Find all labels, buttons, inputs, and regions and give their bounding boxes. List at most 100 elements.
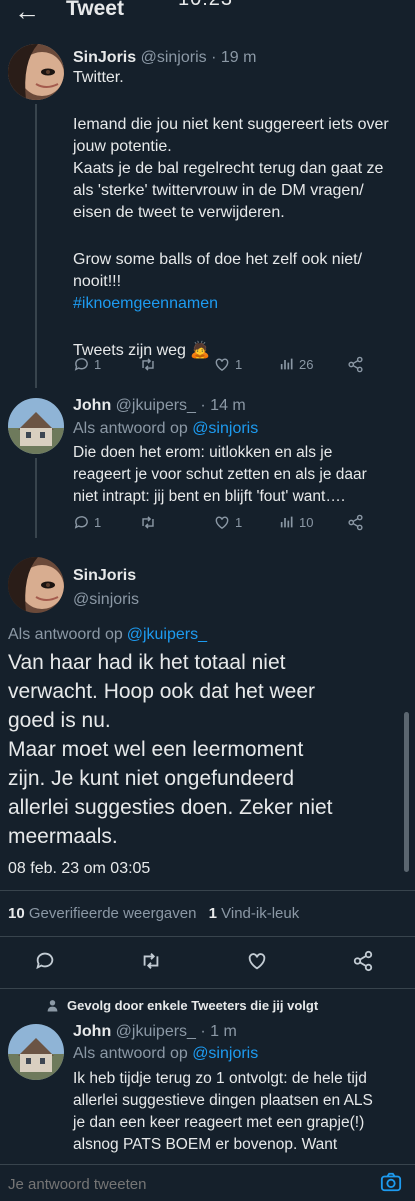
reply-to-link[interactable]: @sinjoris xyxy=(192,1045,258,1062)
avatar[interactable] xyxy=(8,44,64,100)
tweet-header: SinJoris @sinjoris · 19 m xyxy=(73,47,256,69)
tweet-time: · 14 m xyxy=(200,397,246,414)
tweet-line: Twitter. xyxy=(73,69,124,86)
reply-to-link[interactable]: @sinjoris xyxy=(192,420,258,437)
tweet-line: niet intrapt: jij bent en blijft 'fout' … xyxy=(73,488,346,505)
avatar[interactable] xyxy=(8,1024,64,1080)
likes-label[interactable]: Vind-ik-leuk xyxy=(221,905,299,922)
thread-line xyxy=(35,104,37,388)
tweet-line: allerlei suggestieve dingen plaatsen en … xyxy=(73,1092,373,1109)
retweet-icon xyxy=(142,516,154,529)
tweet-line: allerlei suggesties doen. Zeker niet xyxy=(8,796,333,819)
share-icon xyxy=(348,514,363,531)
reply-compose-bar xyxy=(0,1164,415,1201)
tweet-line: meermaals. xyxy=(8,825,118,848)
tweet-line: Kaats je de bal regelrecht terug dan gaa… xyxy=(73,160,384,177)
arrow-left-icon[interactable]: ← xyxy=(14,0,40,27)
retweet-icon xyxy=(142,358,154,371)
reply-to-link[interactable]: @jkuipers_ xyxy=(127,626,207,643)
share-icon[interactable] xyxy=(352,950,374,972)
tweet-line: eisen de tweet te verwijderen. xyxy=(73,204,285,221)
tweet-header: John @jkuipers_ · 14 m xyxy=(73,395,246,417)
status-clock: 10:23 xyxy=(178,0,233,11)
reply-context: Als antwoord op @jkuipers_ xyxy=(8,626,208,643)
reply-icon[interactable] xyxy=(34,950,56,972)
author-name[interactable]: SinJoris xyxy=(73,565,136,587)
camera-icon[interactable] xyxy=(380,1171,402,1193)
tweet-line: zijn. Je kunt niet ongefundeerd xyxy=(8,767,295,790)
top-bar: ← Tweet 10:23 xyxy=(0,0,415,30)
divider xyxy=(0,988,415,989)
tweet-actions: 1 1 10 xyxy=(73,514,373,536)
page-title: Tweet xyxy=(66,0,124,20)
person-icon xyxy=(47,1000,58,1012)
author-handle[interactable]: @sinjoris xyxy=(141,49,207,66)
tweet-line: reageert je voor schut zetten en als je … xyxy=(73,466,367,483)
avatar[interactable] xyxy=(8,557,64,613)
tweet-line: als 'sterke' twittervrouw in de DM vrage… xyxy=(73,182,364,199)
share-button[interactable] xyxy=(347,356,364,373)
author-name[interactable]: John xyxy=(73,1023,111,1040)
tweet-line: Grow some balls of doe het zelf ook niet… xyxy=(73,251,363,268)
share-button[interactable] xyxy=(347,514,364,531)
reply-context: Als antwoord op @sinjoris xyxy=(73,420,259,437)
tweet-time: · 1 m xyxy=(200,1023,237,1040)
tweet-line: Van haar had ik het totaal niet xyxy=(8,651,286,674)
heart-icon xyxy=(215,358,229,372)
tweet-body: Ik heb tijdje terug zo 1 ontvolgt: de he… xyxy=(73,1068,408,1156)
retweet-icon[interactable] xyxy=(138,950,164,972)
tweet-time: · 19 m xyxy=(211,49,257,66)
tweet-line: alsnog PATS BOEM er bovenop. Want xyxy=(73,1136,338,1153)
reply-icon xyxy=(74,516,88,529)
tweet-body: Twitter. Iemand die jou niet kent sugger… xyxy=(73,67,408,362)
tweet-body: Die doen het erom: uitlokken en als je r… xyxy=(73,442,408,508)
tweet-line: Die doen het erom: uitlokken en als je xyxy=(73,444,333,461)
tweet-line: je dan een keer reageert met een grapje(… xyxy=(73,1114,365,1131)
scrollbar[interactable] xyxy=(404,712,409,872)
tweet-header: John @jkuipers_ · 1 m xyxy=(73,1021,237,1043)
reply-icon xyxy=(74,358,88,371)
author-handle[interactable]: @jkuipers_ xyxy=(116,397,196,414)
retweet-button[interactable] xyxy=(138,356,158,373)
views-button[interactable]: 26 xyxy=(279,356,313,372)
tweet-line: nooit!!! xyxy=(73,273,122,290)
tweet-line: jouw potentie. xyxy=(73,138,172,155)
views-button[interactable]: 10 xyxy=(279,514,313,530)
views-count: 10 xyxy=(8,905,25,922)
hashtag-link[interactable]: #iknoemgeennamen xyxy=(73,293,408,315)
retweet-button[interactable] xyxy=(138,514,158,531)
tweet-actions: 1 1 26 xyxy=(73,356,373,378)
author-name[interactable]: John xyxy=(73,397,111,414)
reply-context: Als antwoord op @sinjoris xyxy=(73,1045,259,1062)
tweet-line: Ik heb tijdje terug zo 1 ontvolgt: de he… xyxy=(73,1070,367,1087)
thread-line xyxy=(35,458,37,538)
reply-input[interactable] xyxy=(6,1171,350,1197)
author-name[interactable]: SinJoris xyxy=(73,49,136,66)
tweet-line: Maar moet wel een leermoment xyxy=(8,738,304,761)
tweet-line: goed is nu. xyxy=(8,709,111,732)
views-icon xyxy=(280,516,293,528)
tweet-timestamp[interactable]: 08 feb. 23 om 03:05 xyxy=(8,858,150,880)
views-icon xyxy=(280,358,293,370)
share-icon xyxy=(348,356,363,373)
divider xyxy=(0,890,415,891)
social-context: Gevolg door enkele Tweeters die jij volg… xyxy=(46,995,318,1017)
author-handle[interactable]: @sinjoris xyxy=(73,589,139,611)
reply-button[interactable]: 1 xyxy=(73,514,101,531)
tweet-line: verwacht. Hoop ook dat het weer xyxy=(8,680,316,703)
divider xyxy=(0,936,415,937)
tweet-stats: 10 Geverifieerde weergaven 1 Vind-ik-leu… xyxy=(8,903,299,925)
main-tweet-actions xyxy=(0,950,415,976)
like-button[interactable]: 1 xyxy=(213,356,242,373)
main-tweet-body: Van haar had ik het totaal niet verwacht… xyxy=(8,648,408,851)
avatar[interactable] xyxy=(8,398,64,454)
views-label[interactable]: Geverifieerde weergaven xyxy=(29,905,197,922)
tweet-line xyxy=(73,224,408,246)
reply-button[interactable]: 1 xyxy=(73,356,101,373)
tweet-line xyxy=(73,89,408,111)
tweet-line: Iemand die jou niet kent suggereert iets… xyxy=(73,116,389,133)
heart-icon xyxy=(215,516,229,530)
like-button[interactable]: 1 xyxy=(213,514,242,531)
author-handle[interactable]: @jkuipers_ xyxy=(116,1023,196,1040)
heart-icon[interactable] xyxy=(246,950,268,972)
